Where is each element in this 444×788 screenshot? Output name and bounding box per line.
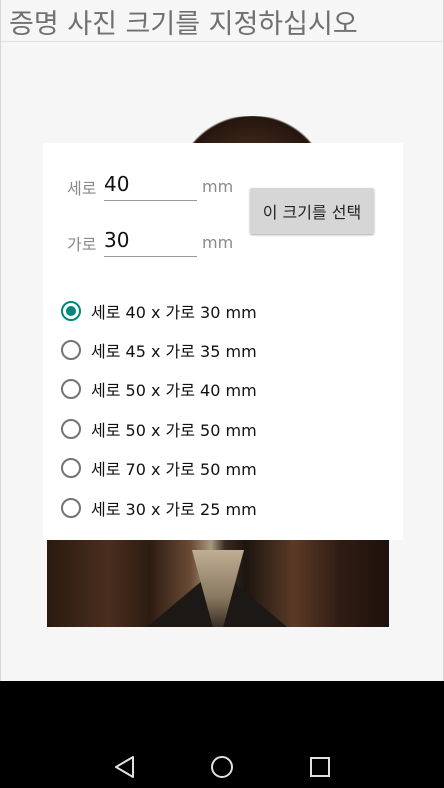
width-label: 가로 [67,235,97,254]
recents-icon[interactable] [305,752,335,782]
radio-button[interactable] [61,419,81,439]
size-dialog: 세로 40 mm 가로 30 mm 이 크기를 선택 세로 40 x 가로 30… [43,143,403,540]
radio-button[interactable] [61,458,81,478]
height-label: 세로 [67,179,97,198]
size-option-label: 세로 30 x 가로 25 mm [91,500,257,519]
radio-button[interactable] [61,340,81,360]
size-option-2[interactable]: 세로 50 x 가로 40 mm [61,374,381,404]
size-option-5[interactable]: 세로 30 x 가로 25 mm [61,493,381,523]
size-option-label: 세로 40 x 가로 30 mm [91,303,257,322]
home-icon[interactable] [207,752,237,782]
back-icon[interactable] [110,752,140,782]
size-option-1[interactable]: 세로 45 x 가로 35 mm [61,335,381,365]
size-option-0[interactable]: 세로 40 x 가로 30 mm [61,296,381,326]
size-option-label: 세로 50 x 가로 40 mm [91,381,257,400]
size-option-4[interactable]: 세로 70 x 가로 50 mm [61,453,381,483]
width-input-underline [104,256,197,257]
select-size-button[interactable]: 이 크기를 선택 [250,188,374,234]
radio-button-checked[interactable] [61,301,81,321]
width-input[interactable]: 30 [104,228,129,252]
width-unit: mm [202,233,234,252]
size-option-3[interactable]: 세로 50 x 가로 50 mm [61,414,381,444]
height-input-underline [104,200,197,201]
radio-button[interactable] [61,379,81,399]
size-option-label: 세로 45 x 가로 35 mm [91,342,257,361]
height-unit: mm [202,177,234,196]
app-screen: 증명 사진 크기를 지정하십시오 세로 40 mm 가로 30 mm 이 크기를… [0,0,444,681]
height-input[interactable]: 40 [104,172,129,196]
size-option-label: 세로 70 x 가로 50 mm [91,460,257,479]
size-option-label: 세로 50 x 가로 50 mm [91,421,257,440]
radio-button[interactable] [61,498,81,518]
page-title: 증명 사진 크기를 지정하십시오 [9,9,358,40]
title-divider [1,41,443,42]
